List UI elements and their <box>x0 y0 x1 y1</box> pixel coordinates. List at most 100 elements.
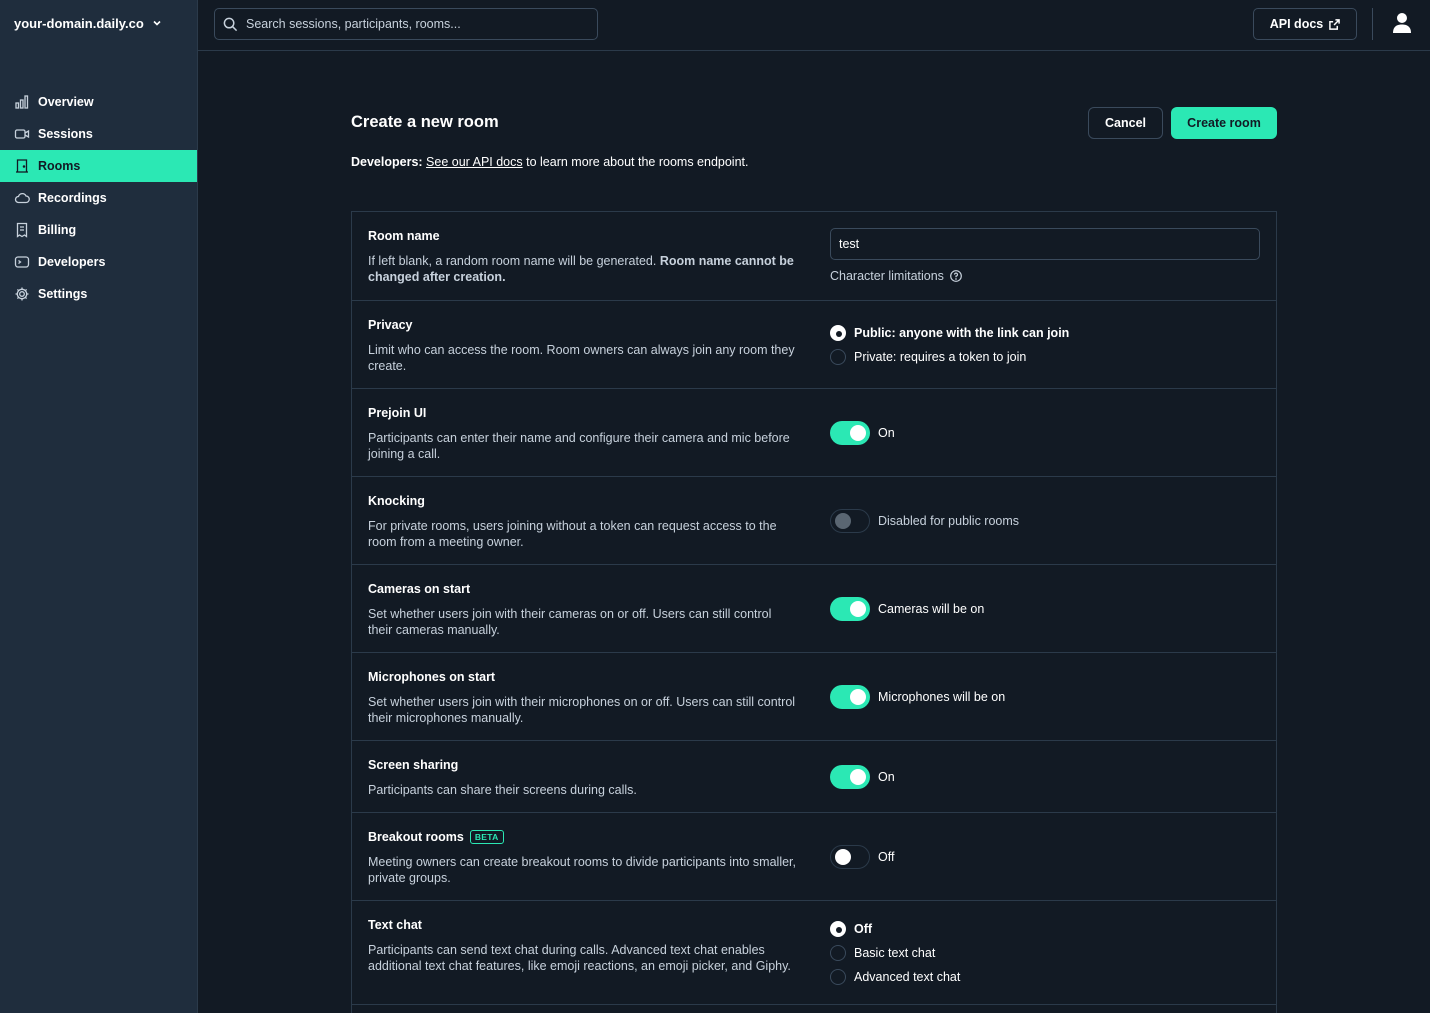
microphones-control: Microphones will be on <box>830 685 1005 709</box>
developers-note-prefix: Developers: <box>351 155 423 169</box>
cloud-icon <box>14 190 30 206</box>
setting-label: Prejoin UI <box>368 406 427 420</box>
search-icon <box>223 17 238 31</box>
setting-description: Participants can share their screens dur… <box>368 783 637 797</box>
room-name-desc-plain: If left blank, a random room name will b… <box>368 254 660 268</box>
sidebar-item-label: Billing <box>38 223 77 237</box>
setting-knocking: Knocking For private rooms, users joinin… <box>352 477 1276 565</box>
room-name-control: Character limitations <box>830 228 1260 283</box>
search-input[interactable] <box>246 17 586 31</box>
setting-label-group: Breakout rooms BETA <box>368 830 504 844</box>
radio-button[interactable] <box>830 325 846 341</box>
setting-label: Screen sharing <box>368 758 459 772</box>
text-chat-options: Off Basic text chat Advanced text chat <box>830 917 960 989</box>
setting-privacy: Privacy Limit who can access the room. R… <box>352 301 1276 389</box>
cameras-toggle[interactable] <box>830 597 870 621</box>
radio-label: Advanced text chat <box>854 970 961 984</box>
radio-label: Private: requires a token to join <box>854 350 1027 364</box>
toggle-state-label: On <box>878 426 895 440</box>
help-circle-icon <box>950 270 962 282</box>
screen-sharing-toggle[interactable] <box>830 765 870 789</box>
knocking-toggle <box>830 509 870 533</box>
setting-cameras-on-start: Cameras on start Set whether users join … <box>352 565 1276 653</box>
setting-label: Text chat <box>368 918 422 932</box>
developers-note-suffix: to learn more about the rooms endpoint. <box>522 155 749 169</box>
beta-badge: BETA <box>469 830 504 844</box>
privacy-option-public[interactable]: Public: anyone with the link can join <box>830 321 1069 345</box>
setting-prejoin-ui: Prejoin UI Participants can enter their … <box>352 389 1276 477</box>
radio-button[interactable] <box>830 921 846 937</box>
sidebar-item-label: Developers <box>38 255 106 269</box>
cancel-button[interactable]: Cancel <box>1088 107 1163 139</box>
breakout-toggle[interactable] <box>830 845 870 869</box>
setting-label: Cameras on start <box>368 582 471 596</box>
setting-description: For private rooms, users joining without… <box>368 519 777 549</box>
user-menu[interactable] <box>1392 12 1412 34</box>
user-icon <box>1393 13 1411 33</box>
api-docs-button[interactable]: API docs <box>1253 8 1357 40</box>
bar-chart-icon <box>14 94 30 110</box>
setting-description: Set whether users join with their camera… <box>368 607 772 637</box>
radio-button[interactable] <box>830 969 846 985</box>
chevron-down-icon <box>153 20 161 26</box>
knocking-control: Disabled for public rooms <box>830 509 1019 533</box>
sidebar-item-settings[interactable]: Settings <box>0 278 197 310</box>
sidebar-item-label: Overview <box>38 95 94 109</box>
sidebar-item-overview[interactable]: Overview <box>0 86 197 118</box>
setting-description: Participants can send text chat during c… <box>368 943 791 973</box>
receipt-icon <box>14 222 30 238</box>
sidebar-item-label: Rooms <box>38 159 81 173</box>
sidebar-item-recordings[interactable]: Recordings <box>0 182 197 214</box>
setting-label: Knocking <box>368 494 425 508</box>
character-limitations[interactable]: Character limitations <box>830 269 1260 283</box>
setting-description: Meeting owners can create breakout rooms… <box>368 855 796 885</box>
domain-switcher[interactable]: your-domain.daily.co <box>14 14 162 32</box>
radio-label: Public: anyone with the link can join <box>854 326 1070 340</box>
setting-label: Privacy <box>368 318 413 332</box>
sidebar-item-billing[interactable]: Billing <box>0 214 197 246</box>
radio-button[interactable] <box>830 349 846 365</box>
setting-description: Limit who can access the room. Room owne… <box>368 343 795 373</box>
privacy-options: Public: anyone with the link can join Pr… <box>830 321 1069 369</box>
door-icon <box>14 158 30 174</box>
setting-label: Room name <box>368 229 440 243</box>
setting-screen-sharing: Screen sharing Participants can share th… <box>352 741 1276 813</box>
top-bar: API docs <box>198 0 1430 51</box>
text-chat-option-off[interactable]: Off <box>830 917 960 941</box>
page-title: Create a new room <box>351 113 499 131</box>
character-limitations-label: Character limitations <box>830 269 944 283</box>
radio-label: Off <box>854 922 873 936</box>
developers-note: Developers: See our API docs to learn mo… <box>351 155 748 169</box>
cameras-control: Cameras will be on <box>830 597 984 621</box>
room-name-input[interactable] <box>830 228 1260 260</box>
text-chat-option-basic[interactable]: Basic text chat <box>830 941 960 965</box>
api-docs-link[interactable]: See our API docs <box>426 155 523 169</box>
sidebar-item-label: Recordings <box>38 191 107 205</box>
setting-microphones-on-start: Microphones on start Set whether users j… <box>352 653 1276 741</box>
setting-breakout-rooms: Breakout rooms BETA Meeting owners can c… <box>352 813 1276 901</box>
setting-label: Microphones on start <box>368 670 496 684</box>
sidebar-item-sessions[interactable]: Sessions <box>0 118 197 150</box>
setting-description: Participants can enter their name and co… <box>368 431 790 461</box>
breakout-control: Off <box>830 845 894 869</box>
video-camera-icon <box>14 126 30 142</box>
setting-room-name: Room name If left blank, a random room n… <box>352 212 1276 301</box>
privacy-option-private[interactable]: Private: requires a token to join <box>830 345 1069 369</box>
toggle-state-label: On <box>878 770 895 784</box>
external-link-icon <box>1329 18 1341 30</box>
create-room-button[interactable]: Create room <box>1171 107 1277 139</box>
prejoin-toggle[interactable] <box>830 421 870 445</box>
toggle-state-label: Disabled for public rooms <box>878 514 1020 528</box>
toggle-state-label: Microphones will be on <box>878 690 1006 704</box>
sidebar-item-developers[interactable]: Developers <box>0 246 197 278</box>
radio-label: Basic text chat <box>854 946 936 960</box>
prejoin-control: On <box>830 421 895 445</box>
microphones-toggle[interactable] <box>830 685 870 709</box>
room-settings-panel: Room name If left blank, a random room n… <box>351 211 1277 1013</box>
text-chat-option-advanced[interactable]: Advanced text chat <box>830 965 960 989</box>
search-box[interactable] <box>214 8 598 40</box>
setting-label: Breakout rooms <box>368 830 464 844</box>
radio-button[interactable] <box>830 945 846 961</box>
sidebar-item-label: Settings <box>38 287 88 301</box>
sidebar-item-rooms[interactable]: Rooms <box>0 150 197 182</box>
